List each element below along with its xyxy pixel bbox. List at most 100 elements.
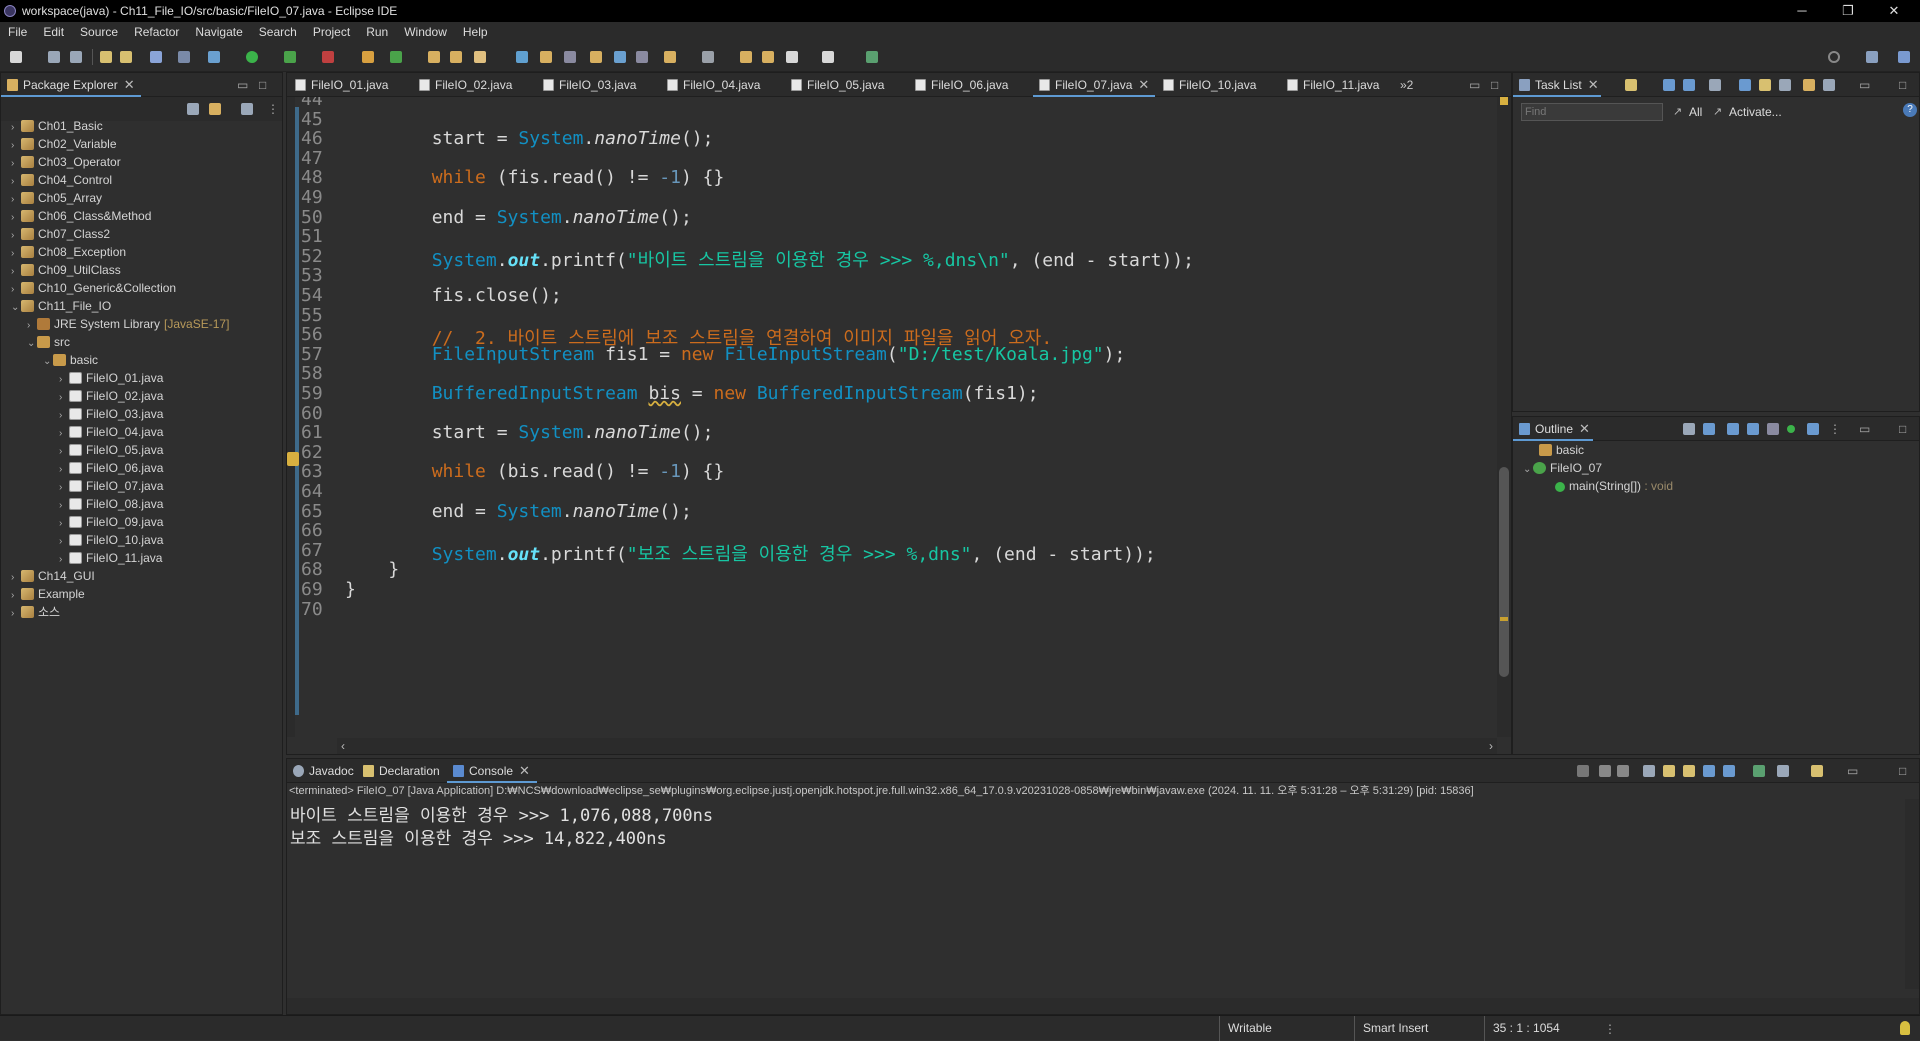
scroll-right-icon[interactable]: › — [1489, 739, 1493, 753]
save-icon[interactable] — [48, 51, 60, 63]
clear-console-icon[interactable] — [1643, 765, 1655, 777]
tree-item[interactable]: › FileIO_04.java — [59, 423, 163, 441]
last-edit-icon[interactable] — [664, 51, 676, 63]
maximize-icon[interactable]: □ — [1491, 78, 1498, 92]
sort-icon[interactable] — [1703, 423, 1715, 435]
editor-tab[interactable]: FileIO_06.java — [909, 73, 1031, 97]
close-icon[interactable]: ✕ — [1588, 73, 1599, 97]
cursor-position-status[interactable]: 35 : 1 : 1054 — [1484, 1016, 1594, 1041]
close-button[interactable]: ✕ — [1871, 0, 1917, 22]
tree-item[interactable]: › JRE System Library [JavaSE-17] — [27, 315, 229, 333]
terminal-launch-icon[interactable] — [866, 51, 878, 63]
link-with-editor-icon[interactable] — [209, 103, 221, 115]
code-line[interactable]: start = System.nanoTime(); — [345, 128, 714, 149]
horizontal-scrollbar[interactable]: ‹ › — [337, 738, 1497, 754]
tree-item[interactable]: › Ch03_Operator — [11, 153, 121, 171]
tree-item[interactable]: › Ch02_Variable — [11, 135, 117, 153]
chevron-down-icon[interactable]: ⌄ — [43, 353, 53, 371]
code-line[interactable]: start = System.nanoTime(); — [345, 422, 714, 443]
chevron-down-icon[interactable]: ⌄ — [1523, 461, 1533, 479]
close-icon[interactable]: ✕ — [1138, 73, 1149, 97]
tree-item[interactable]: › Ch05_Array — [11, 189, 102, 207]
pin-icon[interactable] — [702, 51, 714, 63]
annotation-icon[interactable] — [540, 51, 552, 63]
menu-run[interactable]: Run — [358, 22, 396, 42]
pin-console-icon[interactable] — [1753, 765, 1765, 777]
new-icon[interactable] — [10, 51, 22, 63]
tree-item[interactable]: › 소스 — [11, 603, 60, 621]
remove-launch-icon[interactable] — [1599, 765, 1611, 777]
new-console-icon[interactable] — [1811, 765, 1823, 777]
search-tool-icon[interactable] — [474, 51, 486, 63]
word-wrap-icon[interactable] — [1683, 765, 1695, 777]
tree-item[interactable]: › FileIO_03.java — [59, 405, 163, 423]
tree-item[interactable]: › FileIO_01.java — [59, 369, 163, 387]
menu-search[interactable]: Search — [251, 22, 305, 42]
hide-nonpublic-icon[interactable] — [1767, 423, 1779, 435]
minimize-icon[interactable]: ▭ — [237, 78, 248, 92]
new-java-project-icon[interactable] — [362, 51, 374, 63]
console-vertical-scrollbar[interactable] — [1905, 799, 1919, 989]
prev-edit-icon[interactable] — [740, 51, 752, 63]
hide-fields-icon[interactable] — [1727, 423, 1739, 435]
hide-local-types-icon[interactable] — [1787, 425, 1795, 433]
open-task-icon[interactable] — [450, 51, 462, 63]
tree-item[interactable]: ⌄ Ch11_File_IO — [11, 297, 111, 315]
minimize-icon[interactable]: ▭ — [1469, 78, 1480, 92]
menu-file[interactable]: File — [0, 22, 35, 42]
menu-refactor[interactable]: Refactor — [126, 22, 187, 42]
scroll-lock-icon[interactable] — [1663, 765, 1675, 777]
tree-item[interactable]: › Ch09_UtilClass — [11, 261, 121, 279]
toggle-icon[interactable] — [564, 51, 576, 63]
maximize-icon[interactable]: □ — [259, 78, 266, 92]
tree-item[interactable]: › FileIO_10.java — [59, 531, 163, 549]
code-line[interactable]: } — [345, 559, 399, 580]
coverage-icon[interactable] — [284, 51, 296, 63]
terminal-icon[interactable] — [150, 51, 162, 63]
sort-icon[interactable] — [1759, 79, 1771, 91]
focus-icon[interactable] — [1803, 79, 1815, 91]
editor-tab[interactable]: FileIO_01.java — [289, 73, 411, 97]
code-line[interactable]: fis.close(); — [345, 285, 562, 306]
maximize-button[interactable]: ❐ — [1825, 0, 1871, 22]
collapse-all-icon[interactable] — [1683, 423, 1695, 435]
tree-item[interactable]: › FileIO_09.java — [59, 513, 163, 531]
undo-icon[interactable] — [100, 51, 112, 63]
code-line[interactable]: System.out.printf("보조 스트림을 이용한 경우 >>> %,… — [345, 540, 1156, 566]
minimize-icon[interactable]: ▭ — [1847, 764, 1858, 778]
code-line[interactable]: System.out.printf("바이트 스트림을 이용한 경우 >>> %… — [345, 246, 1194, 272]
view-menu-icon[interactable]: ⋮ — [1829, 422, 1841, 436]
warning-icon[interactable] — [287, 452, 299, 466]
run-icon[interactable] — [246, 51, 258, 63]
remove-all-icon[interactable] — [1617, 765, 1629, 777]
maximize-icon[interactable]: □ — [1899, 764, 1906, 778]
next-edit-icon[interactable] — [762, 51, 774, 63]
tip-bulb-icon[interactable] — [1900, 1021, 1910, 1035]
console-horizontal-scrollbar[interactable] — [287, 998, 1919, 1014]
code-line[interactable]: end = System.nanoTime(); — [345, 207, 692, 228]
outline-tab[interactable]: Outline ✕ — [1513, 417, 1593, 441]
next-annotation-icon[interactable] — [590, 51, 602, 63]
menu-source[interactable]: Source — [72, 22, 126, 42]
minimize-icon[interactable]: ▭ — [1859, 422, 1870, 436]
open-type-icon[interactable] — [428, 51, 440, 63]
editor-tab[interactable]: FileIO_07.java ✕ — [1033, 73, 1155, 97]
tree-item[interactable]: › Ch08_Exception — [11, 243, 126, 261]
tree-item[interactable]: › FileIO_08.java — [59, 495, 163, 513]
editor-tab[interactable]: FileIO_11.java — [1281, 73, 1403, 97]
maximize-icon[interactable]: □ — [1899, 78, 1906, 92]
package-explorer-tab[interactable]: Package Explorer ✕ — [1, 73, 141, 97]
show-whitespace-icon[interactable] — [636, 51, 648, 63]
minimize-icon[interactable]: ▭ — [1859, 78, 1870, 92]
outline-item-class[interactable]: ⌄ FileIO_07 — [1523, 459, 1602, 477]
hide-static-icon[interactable] — [1747, 423, 1759, 435]
tree-item[interactable]: › Ch04_Control — [11, 171, 112, 189]
filter-icon[interactable] — [241, 103, 253, 115]
tab-declaration[interactable]: Declaration — [357, 759, 447, 783]
activate-link[interactable]: Activate... — [1729, 105, 1782, 119]
hide-completed-icon[interactable] — [1709, 79, 1721, 91]
tree-item[interactable]: › Ch06_Class&Method — [11, 207, 151, 225]
collapse-all-icon[interactable] — [187, 103, 199, 115]
outline-item-method[interactable]: main(String[]) : void — [1555, 477, 1673, 495]
forward-icon[interactable] — [822, 51, 834, 63]
